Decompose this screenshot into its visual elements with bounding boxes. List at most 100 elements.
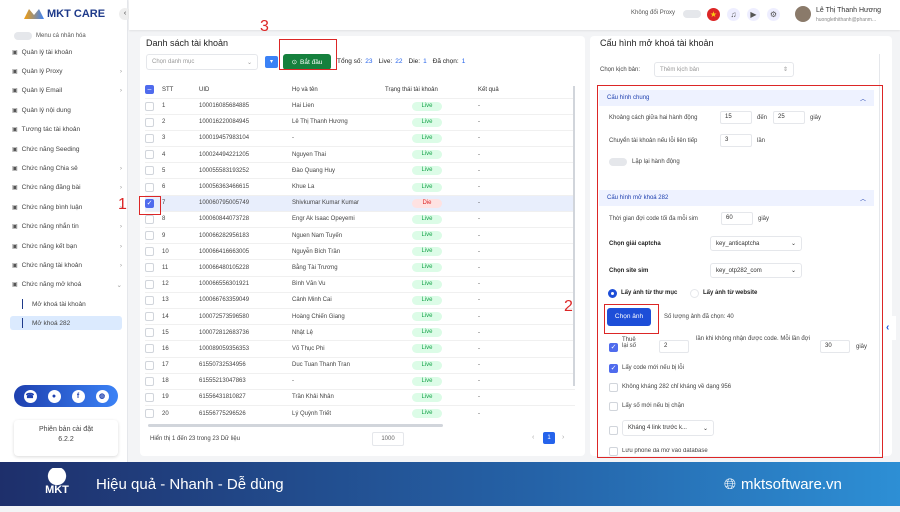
row-checkbox[interactable] (145, 214, 154, 224)
col-result[interactable]: Kết quả (478, 82, 575, 98)
table-row[interactable]: 12 100066556301921 Bình Văn Vu Live - (145, 275, 575, 293)
proxy-icon: ▣ (12, 68, 18, 75)
facebook-icon[interactable]: f (71, 389, 85, 403)
table-row[interactable]: 15 100072812683736 Nhật Lệ Live - (145, 324, 575, 341)
status-badge: Live (412, 117, 442, 127)
table-footer-info: Hiển thị 1 đến 23 trong 23 Dữ liệu (150, 436, 241, 442)
horizontal-scrollbar[interactable] (148, 424, 443, 427)
sidebar-item[interactable]: ▣ Quản lý nội dung (12, 103, 122, 117)
sidebar-item[interactable]: ▣ Chức năng Seeding (12, 142, 122, 156)
proxy-toggle[interactable] (683, 10, 701, 18)
sidebar-item[interactable]: ▣ Quản lý Proxy › (12, 64, 122, 78)
row-checkbox[interactable] (145, 117, 154, 127)
table-row[interactable]: 13 100066763359049 Cảnh Minh Cai Live - (145, 291, 575, 309)
messenger-icon[interactable]: ● (47, 389, 61, 403)
prev-page-icon[interactable]: ‹ (532, 434, 534, 441)
row-checkbox[interactable] (145, 328, 154, 338)
sidebar-item[interactable]: ▣ Chức năng tài khoản › (12, 258, 122, 272)
table-row[interactable]: 2 100016220084945 Lê Thị Thanh Hương Live - (145, 113, 575, 131)
cell-uid: 61556775296526 (199, 405, 292, 422)
sidebar-item[interactable]: ▣ Quản lý Email › (12, 84, 122, 98)
personal-menu-toggle[interactable]: Menu cá nhân hóa (14, 32, 86, 40)
row-checkbox[interactable] (145, 231, 154, 241)
table-row[interactable]: 17 61550732534956 Duc Tuan Thanh Tran Live - (145, 356, 575, 374)
row-checkbox[interactable] (145, 360, 154, 370)
sidebar-item[interactable]: ▣ Quản lý tài khoản (12, 45, 122, 59)
avatar[interactable] (795, 6, 811, 22)
support-icon[interactable]: ☎ (23, 389, 37, 403)
status-badge: Live (412, 279, 442, 289)
sidebar-subitem[interactable]: Mở khoá 282 (10, 316, 122, 330)
cell-result: - (478, 97, 575, 115)
row-checkbox[interactable] (145, 344, 154, 354)
table-row[interactable]: 19 61556431810827 Trần Khải Nhân Live - (145, 388, 575, 406)
row-checkbox[interactable] (145, 166, 154, 176)
bell-icon[interactable]: ♫ (727, 8, 740, 21)
table-row[interactable]: 4 100024494221205 Nguyen Thai Live - (145, 146, 575, 163)
row-checkbox[interactable] (145, 392, 154, 402)
page-size-select[interactable]: 1000 (372, 432, 404, 446)
row-checkbox[interactable] (145, 295, 154, 305)
annotation-1: 1 (118, 196, 127, 213)
version-number: 6.2.2 (58, 436, 74, 443)
row-checkbox[interactable] (145, 376, 154, 386)
table-row[interactable]: 8 100060844073728 Engr Ak Isaac Opeyemi Liv… (145, 210, 575, 228)
play-icon[interactable]: ▶ (747, 8, 760, 21)
table-row[interactable]: 10 100066416663005 Nguyễn Bích Trần Live - (145, 243, 575, 260)
vietnam-flag-icon[interactable]: ★ (707, 8, 720, 21)
sidebar-item[interactable]: ▣ Chức năng mở khoá ⌄ (12, 278, 122, 292)
table-row[interactable]: 1 100016085684885 Hai Lien Live - (145, 97, 575, 115)
table-row[interactable]: 16 100089059356353 Võ Thục Phi Live - (145, 340, 575, 357)
col-status[interactable]: Trạng thái tài khoản (385, 82, 478, 98)
gear-icon[interactable]: ⚙ (767, 8, 780, 21)
table-row[interactable]: 6 100056363466615 Khue La Live - (145, 178, 575, 196)
sidebar-item[interactable]: ▣ Chức năng bình luận › (12, 200, 122, 214)
cell-uid: 100066480105228 (199, 259, 292, 277)
globe-icon[interactable]: ◍ (95, 389, 109, 403)
next-page-icon[interactable]: › (562, 434, 564, 441)
col-stt[interactable]: STT (162, 82, 199, 98)
row-checkbox[interactable] (145, 409, 154, 419)
row-checkbox[interactable] (145, 133, 154, 143)
sidebar-subitem[interactable]: Mở khoá tài khoản (10, 297, 122, 311)
row-checkbox[interactable] (145, 279, 154, 289)
row-checkbox[interactable] (145, 247, 154, 257)
sidebar-item[interactable]: ▣ Chức năng đăng bài › (12, 181, 122, 195)
script-select[interactable]: Thêm kịch bản ⇕ (654, 62, 794, 77)
col-uid[interactable]: UID (199, 82, 292, 98)
cell-stt: 3 (162, 129, 199, 147)
toggle-switch[interactable] (14, 32, 32, 40)
panel-title: Danh sách tài khoản (146, 38, 229, 48)
sidebar-item[interactable]: ▣ Chức năng Chia sẻ › (12, 161, 122, 175)
sidebar-item-label: Chức năng nhắn tin (21, 223, 79, 231)
table-row[interactable]: 14 100072573596580 Hoàng Chiến Giang Live - (145, 307, 575, 325)
cell-name: Cảnh Minh Cai (292, 291, 385, 309)
select-all-checkbox[interactable]: – (145, 85, 154, 95)
vertical-scrollbar[interactable] (573, 86, 575, 386)
cell-result: - (478, 372, 575, 390)
category-dropdown-button[interactable]: ▾ (265, 56, 278, 68)
table-row[interactable]: 5 100055583193252 Đào Quang Huy Live - (145, 162, 575, 179)
row-checkbox[interactable] (145, 150, 154, 160)
sidebar-item[interactable]: ▣ Tương tác tài khoản (12, 123, 122, 137)
table-row[interactable]: ✓ 7 100060795005749 Shivkumar Kumar Kumar Di… (145, 194, 575, 212)
row-checkbox[interactable] (145, 263, 154, 273)
sidebar-subitem-label: Mở khoá tài khoản (32, 300, 86, 308)
expand-panel-icon[interactable]: ‹ (886, 316, 896, 340)
table-row[interactable]: 11 100066480105228 Bằng Tài Trương Live - (145, 259, 575, 277)
row-checkbox[interactable] (145, 182, 154, 192)
sidebar-item[interactable]: ▣ Chức năng nhắn tin › (12, 220, 122, 234)
table-row[interactable]: 9 100066282956183 Nguen Nam Tuyến Live - (145, 226, 575, 244)
row-checkbox[interactable] (145, 101, 154, 111)
page-1-button[interactable]: 1 (543, 432, 555, 444)
cell-result: - (478, 356, 575, 374)
sidebar-item[interactable]: ▣ Chức năng kết bạn › (12, 239, 122, 253)
table-row[interactable]: 20 61556775296526 Lý Quỳnh Triết Live - (145, 405, 575, 422)
col-name[interactable]: Họ và tên (292, 82, 385, 98)
cell-name: Khue La (292, 178, 385, 196)
table-row[interactable]: 3 100019457983104- Live - (145, 129, 575, 147)
footer-banner: MKT Hiệu quả - Nhanh - Dễ dùng 🌐︎ mktsoft… (0, 462, 900, 506)
row-checkbox[interactable] (145, 312, 154, 322)
table-row[interactable]: 18 61555213047863- Live - (145, 372, 575, 390)
category-select[interactable]: Chọn danh mục ⌄ (146, 54, 258, 70)
